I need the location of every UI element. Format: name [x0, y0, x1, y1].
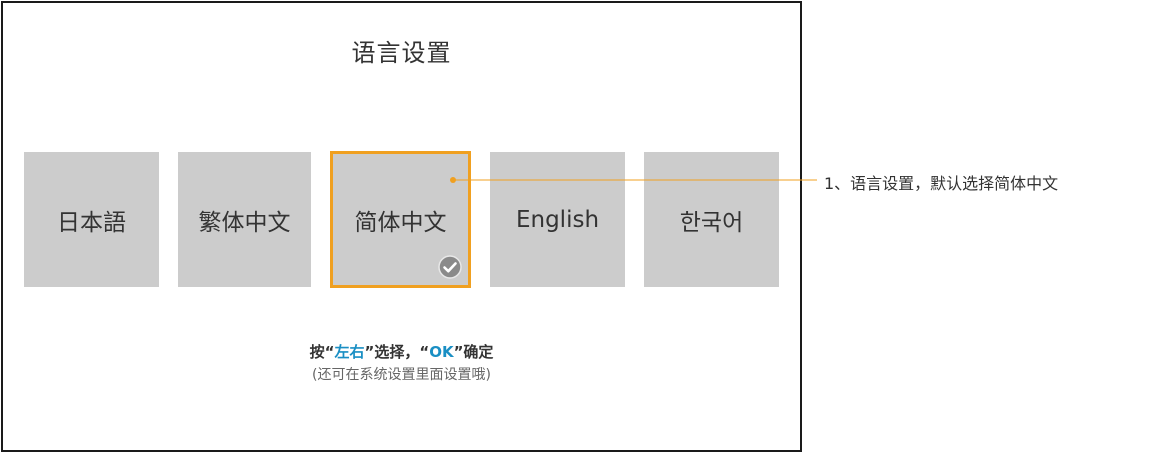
hint-prefix: 按 [309, 343, 325, 361]
hint-quote: ” [453, 343, 464, 361]
language-option-simplified-chinese[interactable]: 简体中文 [330, 151, 471, 288]
hint-suffix: 确定 [463, 343, 494, 361]
page-title: 语言设置 [351, 39, 452, 67]
hint-middle: 选择， [374, 343, 420, 361]
language-option-traditional-chinese[interactable]: 繁体中文 [178, 152, 311, 287]
hint-quote: ” [364, 343, 375, 361]
check-circle-icon [438, 255, 462, 279]
hint-quote: “ [419, 343, 430, 361]
hint-key-left-right: 左右 [334, 343, 365, 361]
language-option-japanese[interactable]: 日本語 [24, 152, 159, 287]
navigation-hint: 按“左右”选择，“OK”确定 [3, 341, 800, 362]
language-option-label: 한국어 [679, 209, 744, 236]
language-option-korean[interactable]: 한국어 [644, 152, 779, 287]
language-settings-screen: 语言设置 日本語 繁体中文 简体中文 English 한국어 按“左右”选择，“… [1, 1, 802, 452]
language-option-label: English [515, 206, 600, 233]
language-option-label: 繁体中文 [198, 209, 291, 236]
hint-quote: “ [324, 343, 335, 361]
annotation-note: 1、语言设置，默认选择简体中文 [824, 174, 1059, 193]
settings-subhint: (还可在系统设置里面设置哦) [312, 367, 491, 383]
language-option-english[interactable]: English [490, 152, 625, 287]
language-option-label: 简体中文 [354, 209, 447, 236]
hint-key-ok: OK [429, 343, 454, 361]
language-option-label: 日本語 [57, 209, 126, 236]
